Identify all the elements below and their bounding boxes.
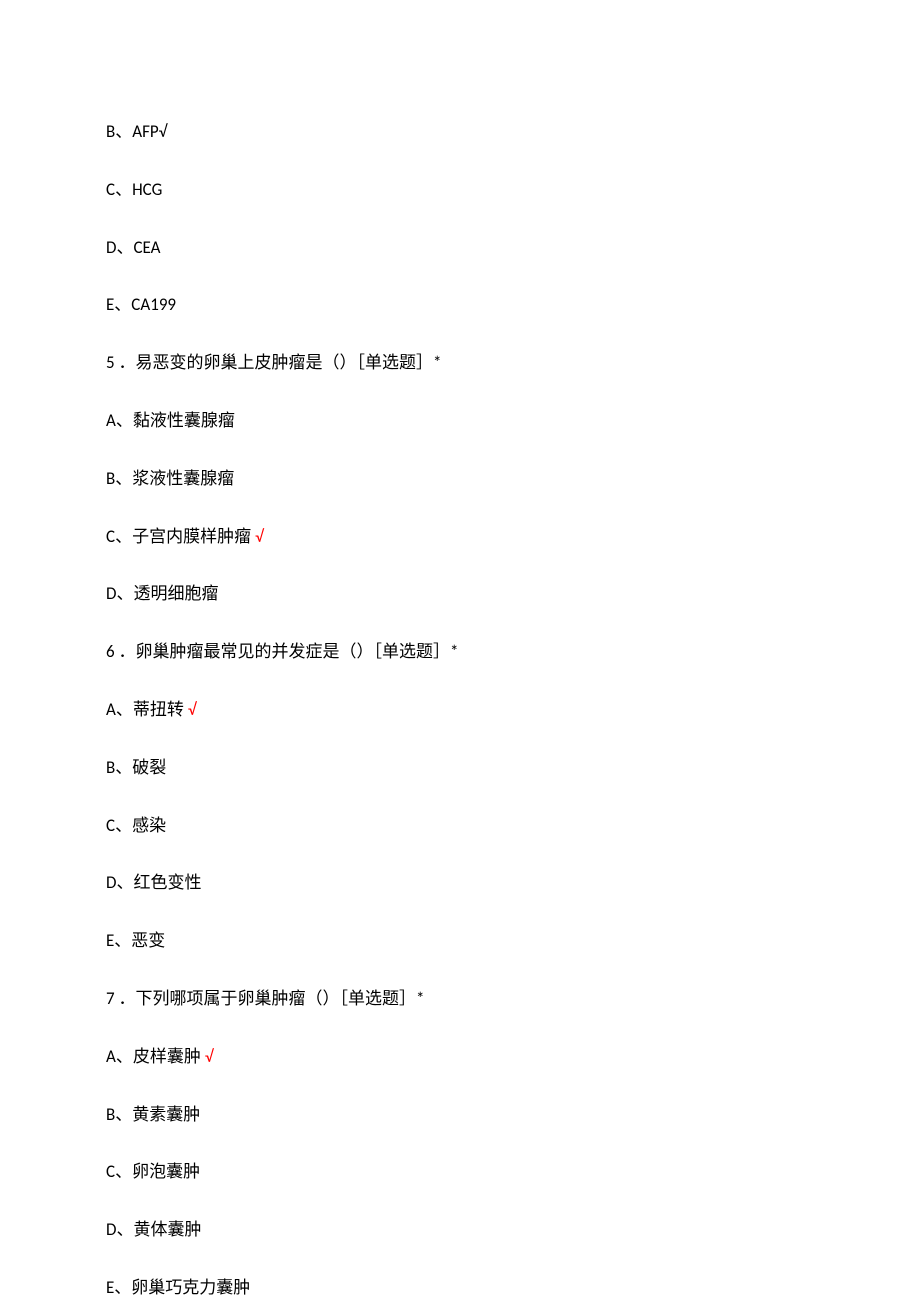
text-line: E、卵巢巧克力囊肿 [106, 1276, 814, 1300]
line-text: B、破裂 [106, 757, 166, 778]
check-icon: √ [255, 526, 263, 547]
check-icon: √ [205, 1046, 213, 1067]
text-line: C、卵泡囊肿 [106, 1160, 814, 1184]
text-line: 7 ．下列哪项属于卵巢肿瘤（）［单选题］* [106, 987, 814, 1011]
line-text: D、黄体囊肿 [106, 1219, 201, 1240]
line-text: B、AFP√ [106, 121, 167, 142]
text-line: B、AFP√ [106, 120, 814, 144]
line-text: C、子宫内膜样肿瘤 [106, 526, 251, 547]
text-line: B、破裂 [106, 756, 814, 780]
text-line: E、恶变 [106, 929, 814, 953]
line-text: D、红色变性 [106, 872, 201, 893]
text-line: D、CEA [106, 236, 814, 260]
text-line: A、皮样囊肿√ [106, 1045, 814, 1069]
text-line: A、蒂扭转√ [106, 698, 814, 722]
line-text: 5 ．易恶变的卵巢上皮肿瘤是（）［单选题］* [106, 352, 441, 373]
line-text: D、透明细胞瘤 [106, 583, 218, 604]
text-line: D、透明细胞瘤 [106, 582, 814, 606]
line-text: E、卵巢巧克力囊肿 [106, 1277, 250, 1298]
text-line: D、红色变性 [106, 871, 814, 895]
text-line: C、感染 [106, 814, 814, 838]
line-text: A、黏液性囊腺瘤 [106, 410, 235, 431]
line-text: C、HCG [106, 179, 162, 200]
text-line: D、黄体囊肿 [106, 1218, 814, 1242]
line-text: A、蒂扭转 [106, 699, 184, 720]
line-text: B、黄素囊肿 [106, 1104, 200, 1125]
line-text: B、浆液性囊腺瘤 [106, 468, 234, 489]
line-text: E、恶变 [106, 930, 165, 951]
line-text: C、感染 [106, 815, 166, 836]
line-text: C、卵泡囊肿 [106, 1161, 200, 1182]
line-text: 7 ．下列哪项属于卵巢肿瘤（）［单选题］* [106, 988, 424, 1009]
text-line: B、浆液性囊腺瘤 [106, 467, 814, 491]
text-line: E、CA199 [106, 293, 814, 317]
text-line: A、黏液性囊腺瘤 [106, 409, 814, 433]
text-line: 6 ．卵巢肿瘤最常见的并发症是（）［单选题］* [106, 640, 814, 664]
text-line: C、HCG [106, 178, 814, 202]
line-text: 6 ．卵巢肿瘤最常见的并发症是（）［单选题］* [106, 641, 458, 662]
text-line: 5 ．易恶变的卵巢上皮肿瘤是（）［单选题］* [106, 351, 814, 375]
line-text: D、CEA [106, 237, 160, 258]
text-line: C、子宫内膜样肿瘤√ [106, 525, 814, 549]
check-icon: √ [188, 699, 196, 720]
line-text: A、皮样囊肿 [106, 1046, 201, 1067]
line-text: E、CA199 [106, 294, 176, 315]
text-line: B、黄素囊肿 [106, 1103, 814, 1127]
